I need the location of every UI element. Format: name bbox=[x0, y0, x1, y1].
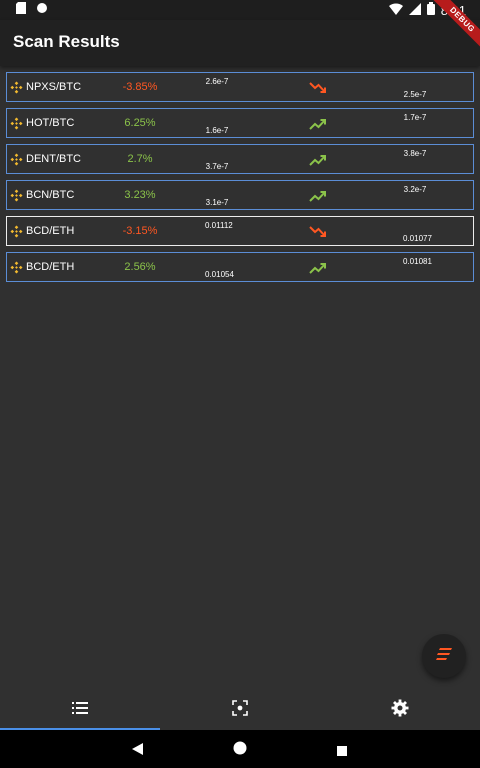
change-percent: -3.85% bbox=[122, 81, 158, 93]
pair-label: BCN/BTC bbox=[26, 189, 75, 201]
pair-label: DENT/BTC bbox=[26, 153, 81, 165]
nav-tab-scan[interactable] bbox=[160, 690, 320, 730]
price-right: 2.5e-7 bbox=[403, 90, 427, 99]
result-row[interactable]: DENT/BTC 2.7% 3.7e-7 3.8e-7 bbox=[6, 144, 474, 174]
binance-coin-icon bbox=[10, 117, 23, 130]
trending-down-icon bbox=[309, 224, 327, 240]
recents-icon[interactable] bbox=[337, 743, 347, 761]
change-percent: -3.15% bbox=[122, 225, 158, 237]
result-row[interactable]: BCN/BTC 3.23% 3.1e-7 3.2e-7 bbox=[6, 180, 474, 210]
results-list: NPXS/BTC -3.85% 2.6e-7 2.5e-7 HOT/BTC 6.… bbox=[6, 72, 474, 288]
price-right: 3.8e-7 bbox=[403, 149, 427, 158]
sort-fab-button[interactable] bbox=[422, 634, 466, 678]
trending-up-icon bbox=[309, 116, 327, 132]
list-icon bbox=[72, 701, 88, 719]
binance-coin-icon bbox=[10, 261, 23, 274]
settings-icon bbox=[391, 699, 409, 722]
binance-coin-icon bbox=[10, 189, 23, 202]
nav-tab-results[interactable] bbox=[0, 690, 160, 730]
trending-up-icon bbox=[309, 188, 327, 204]
price-left: 3.7e-7 bbox=[205, 162, 229, 171]
pair-label: NPXS/BTC bbox=[26, 81, 82, 93]
binance-coin-icon bbox=[10, 153, 23, 166]
system-navigation-bar bbox=[0, 730, 480, 768]
binance-coin-icon bbox=[10, 81, 23, 94]
scan-icon bbox=[232, 699, 248, 721]
status-bar: 8:01 bbox=[0, 0, 480, 20]
price-left: 0.01054 bbox=[205, 270, 234, 279]
trending-down-icon bbox=[309, 80, 327, 96]
price-left: 0.01112 bbox=[205, 221, 233, 230]
sort-icon bbox=[436, 647, 452, 665]
page-title: Scan Results bbox=[13, 32, 120, 51]
home-icon[interactable] bbox=[232, 740, 248, 761]
pair-label: BCD/ETH bbox=[26, 261, 75, 273]
change-percent: 6.25% bbox=[124, 117, 156, 129]
pair-label: BCD/ETH bbox=[26, 225, 75, 237]
pair-label: HOT/BTC bbox=[26, 117, 75, 129]
price-right: 0.01081 bbox=[403, 257, 432, 266]
change-percent: 2.56% bbox=[124, 261, 156, 273]
back-icon[interactable] bbox=[132, 742, 144, 760]
result-row[interactable]: HOT/BTC 6.25% 1.6e-7 1.7e-7 bbox=[6, 108, 474, 138]
result-row[interactable]: BCD/ETH 2.56% 0.01054 0.01081 bbox=[6, 252, 474, 282]
price-right: 0.01077 bbox=[403, 234, 432, 243]
price-left: 1.6e-7 bbox=[205, 126, 229, 135]
notification-dot-icon bbox=[36, 1, 48, 19]
trending-up-icon bbox=[309, 260, 327, 276]
price-right: 3.2e-7 bbox=[403, 185, 427, 194]
binance-coin-icon bbox=[10, 225, 23, 238]
result-row[interactable]: NPXS/BTC -3.85% 2.6e-7 2.5e-7 bbox=[6, 72, 474, 102]
trending-up-icon bbox=[309, 152, 327, 168]
bottom-navigation bbox=[0, 690, 480, 730]
sd-card-icon bbox=[16, 1, 26, 19]
price-left: 2.6e-7 bbox=[205, 77, 229, 86]
change-percent: 3.23% bbox=[124, 189, 156, 201]
price-right: 1.7e-7 bbox=[403, 113, 427, 122]
change-percent: 2.7% bbox=[127, 153, 153, 165]
app-bar: Scan Results bbox=[0, 20, 480, 66]
result-row[interactable]: BCD/ETH -3.15% 0.01112 0.01077 bbox=[6, 216, 474, 246]
signal-icon bbox=[408, 2, 421, 18]
nav-tab-settings[interactable] bbox=[320, 690, 480, 730]
battery-icon bbox=[426, 2, 435, 18]
price-left: 3.1e-7 bbox=[205, 198, 229, 207]
wifi-icon bbox=[388, 2, 403, 18]
